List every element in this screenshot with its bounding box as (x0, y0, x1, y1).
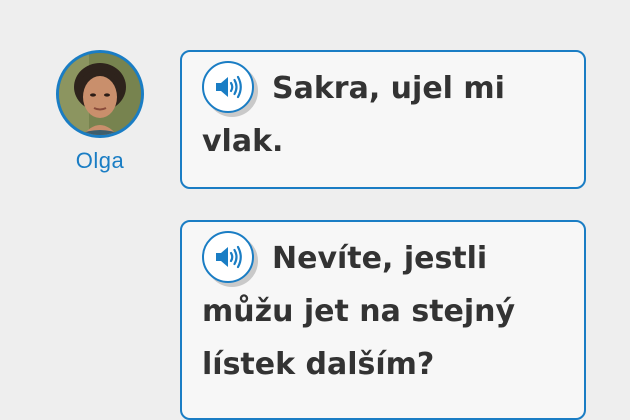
play-audio-button[interactable] (202, 60, 254, 113)
speaker-volume-icon (216, 245, 242, 268)
dialogue-bubble: Sakra, ujel mi vlak. (180, 50, 586, 189)
avatar-photo (59, 53, 141, 135)
dialogue-line: Sakra, ujel mi vlak. (202, 60, 564, 168)
speaker-volume-icon (216, 75, 242, 98)
dialogue-bubble: Nevíte, jestli můžu jet na stejný lístek… (180, 220, 586, 420)
speaker-name: Olga (75, 148, 125, 173)
avatar (56, 50, 144, 138)
dialogue-line: Nevíte, jestli můžu jet na stejný lístek… (202, 230, 564, 391)
speaker-block: Olga (56, 50, 144, 174)
play-audio-button[interactable] (202, 230, 254, 283)
